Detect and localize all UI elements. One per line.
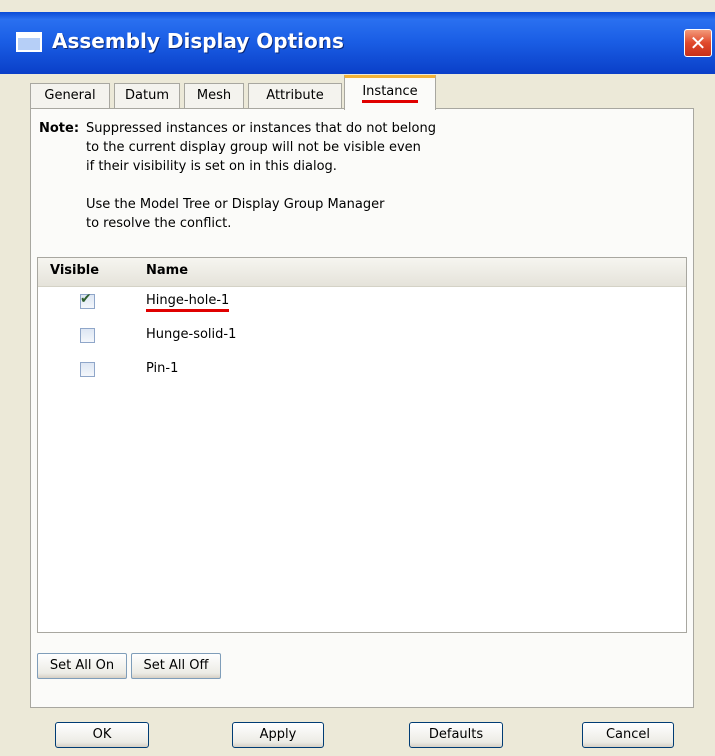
tab-attribute-label: Attribute: [266, 88, 324, 103]
tab-datum[interactable]: Datum: [114, 83, 180, 109]
instance-name[interactable]: Hinge-hole-1: [146, 293, 230, 312]
table-row[interactable]: ✔ Hinge-hole-1: [38, 288, 686, 318]
cancel-button[interactable]: Cancel: [582, 722, 674, 748]
close-icon: ✕: [689, 31, 707, 55]
table-row[interactable]: Pin-1: [38, 356, 686, 386]
note-line: if their visibility is set on in this di…: [86, 159, 337, 174]
instance-name-text: Hinge-hole-1: [146, 293, 230, 312]
instance-visibility-table[interactable]: Visible Name ✔ Hinge-hole-1 Hunge-solid-…: [37, 257, 687, 633]
window-icon: [16, 32, 42, 52]
tab-instance-label: Instance: [362, 84, 418, 103]
note-line: Suppressed instances or instances that d…: [86, 121, 436, 136]
set-all-on-button[interactable]: Set All On: [37, 653, 127, 679]
note-label: Note:: [39, 121, 80, 136]
title-bar[interactable]: Assembly Display Options ✕: [0, 12, 715, 74]
window-title: Assembly Display Options: [52, 29, 344, 53]
table-header: Visible Name: [38, 258, 686, 287]
tab-general-label: General: [44, 88, 96, 103]
column-header-name[interactable]: Name: [146, 263, 188, 278]
visible-checkbox[interactable]: [80, 362, 95, 377]
instance-name[interactable]: Hunge-solid-1: [146, 327, 236, 342]
table-row[interactable]: Hunge-solid-1: [38, 322, 686, 352]
defaults-button[interactable]: Defaults: [409, 722, 503, 748]
column-header-visible[interactable]: Visible: [50, 263, 99, 278]
instance-name[interactable]: Pin-1: [146, 361, 178, 376]
tab-general[interactable]: General: [30, 83, 110, 109]
visible-checkbox[interactable]: [80, 328, 95, 343]
checkmark-icon: ✔: [80, 291, 92, 307]
assembly-display-options-dialog: Assembly Display Options ✕ General Datum…: [0, 0, 715, 756]
note-line: [86, 176, 606, 195]
close-button[interactable]: ✕: [684, 29, 712, 57]
tab-mesh[interactable]: Mesh: [184, 83, 244, 109]
note-line: to resolve the conflict.: [86, 216, 232, 231]
note-text: Suppressed instances or instances that d…: [86, 119, 606, 233]
note-line: Use the Model Tree or Display Group Mana…: [86, 197, 385, 212]
visible-checkbox[interactable]: ✔: [80, 291, 95, 309]
apply-button[interactable]: Apply: [232, 722, 324, 748]
note-line: to the current display group will not be…: [86, 140, 421, 155]
tab-mesh-label: Mesh: [196, 88, 232, 103]
tab-attribute[interactable]: Attribute: [248, 83, 342, 109]
set-all-off-button[interactable]: Set All Off: [131, 653, 221, 679]
instance-tab-panel: Note: Suppressed instances or instances …: [30, 108, 694, 708]
ok-button[interactable]: OK: [55, 722, 149, 748]
tab-instance[interactable]: Instance: [344, 75, 436, 110]
tab-datum-label: Datum: [125, 88, 169, 103]
